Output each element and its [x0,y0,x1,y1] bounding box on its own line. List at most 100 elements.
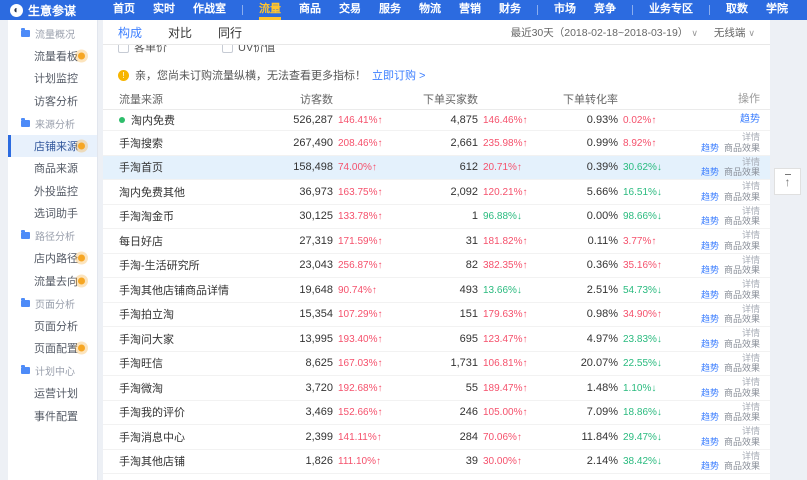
sidebar-item-17[interactable]: 运营计划 [8,382,97,405]
metric-change: 105.00%↑ [483,407,527,418]
table-header: 流量来源 访客数 下单买家数 下单转化率 操作 [103,89,770,110]
nav-item-15[interactable]: 学院 [766,0,788,20]
sidebar-section-label: 页面分析 [35,296,75,311]
trend-link[interactable]: 趋势 [701,216,719,226]
item-effect-link[interactable]: 商品效果 [724,241,760,251]
sidebar-item-9[interactable]: 选词助手 [8,202,97,225]
trend-link[interactable]: 趋势 [701,314,719,324]
item-effect-link[interactable]: 商品效果 [724,192,760,202]
detail-link[interactable]: 详情 [742,426,760,437]
trend-link[interactable]: 趋势 [701,461,719,471]
sidebar-item-8[interactable]: 外投监控 [8,180,97,203]
trend-link[interactable]: 趋势 [701,339,719,349]
checkbox-label: 客单价 [134,45,167,55]
detail-link[interactable]: 详情 [742,132,760,143]
trend-link[interactable]: 趋势 [740,115,760,126]
sidebar-item-label: 页面配置 [34,340,78,356]
nav-item-3[interactable]: 作战室 [193,0,226,20]
detail-link[interactable]: 详情 [742,157,760,168]
trend-link[interactable]: 趋势 [701,363,719,373]
detail-link[interactable]: 详情 [742,279,760,290]
detail-link[interactable]: 详情 [742,328,760,339]
nav-item-11[interactable]: 市场 [554,0,576,20]
tab-2[interactable]: 对比 [168,24,192,41]
tab-1[interactable]: 构成 [118,24,142,41]
cell-visitors: 3,469152.66%↑ [263,406,408,418]
detail-link[interactable]: 详情 [742,181,760,192]
table-row: 淘内免费其他36,973163.75%↑2,092120.21%↑5.66%16… [103,180,770,205]
subscribe-link[interactable]: 立即订购 > [372,67,425,83]
metric-value: 1.48% [548,382,618,394]
metric-checkbox-2[interactable]: UV价值 [222,45,275,55]
metric-value: 23,043 [263,259,333,271]
checkbox-box-icon[interactable] [118,45,129,53]
detail-link[interactable]: 详情 [742,402,760,413]
metric-change: 8.92%↑ [623,138,656,149]
trend-link[interactable]: 趋势 [701,143,719,153]
metric-change: 13.66%↓ [483,285,522,296]
nav-item-13[interactable]: 业务专区 [649,0,693,20]
nav-item-9[interactable]: 营销 [459,0,481,20]
back-to-top-button[interactable]: ↑ [774,168,801,195]
sidebar-item-11[interactable]: 店内路径 [8,247,97,270]
trend-link[interactable]: 趋势 [701,241,719,251]
nav-item-8[interactable]: 物流 [419,0,441,20]
nav-item-6[interactable]: 交易 [339,0,361,20]
ops-line-2: 趋势商品效果 [701,192,760,203]
item-effect-link[interactable]: 商品效果 [724,437,760,447]
sidebar-item-4[interactable]: 访客分析 [8,90,97,113]
nav-item-4[interactable]: 流量 [259,0,281,20]
nav-item-14[interactable]: 取数 [726,0,748,20]
item-effect-link[interactable]: 商品效果 [724,314,760,324]
date-range-select[interactable]: 最近30天（2018-02-18~2018-03-19）∨ [511,25,698,40]
nav-item-7[interactable]: 服务 [379,0,401,20]
item-effect-link[interactable]: 商品效果 [724,412,760,422]
trend-link[interactable]: 趋势 [701,167,719,177]
trend-link[interactable]: 趋势 [701,265,719,275]
sidebar-item-3[interactable]: 计划监控 [8,67,97,90]
trend-link[interactable]: 趋势 [701,290,719,300]
trend-link[interactable]: 趋势 [701,192,719,202]
nav-item-5[interactable]: 商品 [299,0,321,20]
tab-3[interactable]: 同行 [218,24,242,41]
detail-link[interactable]: 详情 [742,353,760,364]
item-effect-link[interactable]: 商品效果 [724,265,760,275]
sidebar-item-15[interactable]: 页面配置 [8,337,97,360]
item-effect-link[interactable]: 商品效果 [724,216,760,226]
sidebar-item-14[interactable]: 页面分析 [8,315,97,338]
nav-item-12[interactable]: 竞争 [594,0,616,20]
cell-visitors: 30,125133.78%↑ [263,210,408,222]
detail-link[interactable]: 详情 [742,377,760,388]
sidebar-item-2[interactable]: 流量看板 [8,45,97,68]
nav-item-1[interactable]: 首页 [113,0,135,20]
item-effect-link[interactable]: 商品效果 [724,167,760,177]
terminal-select[interactable]: 无线端∨ [714,25,755,40]
trend-link[interactable]: 趋势 [701,412,719,422]
detail-link[interactable]: 详情 [742,304,760,315]
nav-item-2[interactable]: 实时 [153,0,175,20]
sidebar-item-18[interactable]: 事件配置 [8,405,97,428]
item-effect-link[interactable]: 商品效果 [724,461,760,471]
detail-link[interactable]: 详情 [742,206,760,217]
sidebar-item-7[interactable]: 商品来源 [8,157,97,180]
trend-link[interactable]: 趋势 [701,388,719,398]
detail-link[interactable]: 详情 [742,255,760,266]
sidebar-item-label: 运营计划 [34,385,78,401]
detail-link[interactable]: 详情 [742,451,760,462]
metric-value: 3,720 [263,382,333,394]
sidebar-item-12[interactable]: 流量去向 [8,270,97,293]
checkbox-box-icon[interactable] [222,45,233,53]
item-effect-link[interactable]: 商品效果 [724,143,760,153]
metric-checkbox-1[interactable]: 客单价 [118,45,167,55]
nav-item-10[interactable]: 财务 [499,0,521,20]
sidebar-item-6[interactable]: 店铺来源 [8,135,97,158]
filters: 最近30天（2018-02-18~2018-03-19）∨ 无线端∨ [511,25,755,40]
item-effect-link[interactable]: 商品效果 [724,388,760,398]
item-effect-link[interactable]: 商品效果 [724,363,760,373]
item-effect-link[interactable]: 商品效果 [724,290,760,300]
detail-link[interactable]: 详情 [742,230,760,241]
cell-conv: 0.00%98.66%↓ [548,210,688,222]
ops-line-2: 趋势商品效果 [701,461,760,472]
item-effect-link[interactable]: 商品效果 [724,339,760,349]
trend-link[interactable]: 趋势 [701,437,719,447]
